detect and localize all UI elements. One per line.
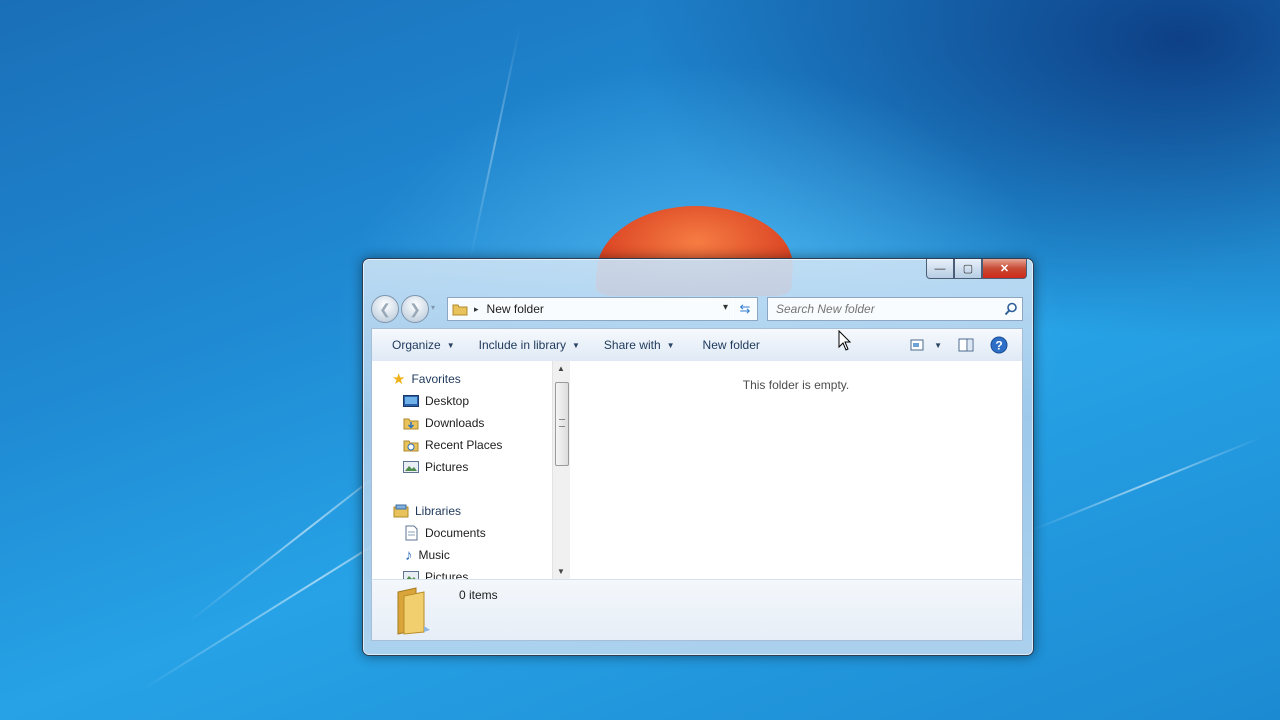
sidebar-item-downloads[interactable]: Downloads <box>372 413 552 433</box>
folder-icon <box>452 304 468 316</box>
help-icon: ? <box>990 336 1008 354</box>
change-view-button[interactable]: ▼ <box>904 329 948 361</box>
light-streak <box>1029 436 1263 532</box>
sidebar-item-label: Downloads <box>425 416 485 430</box>
star-icon: ★ <box>392 371 406 388</box>
svg-text:?: ? <box>995 339 1002 353</box>
sidebar-group-label: Favorites <box>411 372 461 386</box>
folder-icon <box>397 587 430 635</box>
sidebar-item-desktop[interactable]: Desktop <box>372 391 552 411</box>
file-list-area[interactable]: This folder is empty. <box>570 361 1022 579</box>
sidebar-item-label: Pictures <box>425 460 469 474</box>
back-button[interactable]: ❮ <box>371 295 399 323</box>
search-input[interactable] <box>774 301 998 317</box>
sidebar-item-label: Documents <box>425 526 486 540</box>
scroll-up-icon[interactable]: ▲ <box>557 364 565 373</box>
downloads-folder-icon <box>403 418 419 430</box>
sidebar-item-recent-places[interactable]: Recent Places <box>372 435 552 455</box>
sidebar-item-label: Desktop <box>425 394 470 408</box>
refresh-button[interactable]: ⇆ <box>733 297 758 321</box>
documents-icon <box>405 525 418 541</box>
minimize-button[interactable]: — <box>926 259 954 279</box>
forward-arrow-icon: ❯ <box>409 300 421 317</box>
new-folder-button[interactable]: New folder <box>693 329 770 361</box>
breadcrumb-new-folder[interactable]: New folder <box>487 302 544 316</box>
mouse-cursor-icon <box>838 330 852 351</box>
include-in-library-menu[interactable]: Include in library ▼ <box>469 329 590 361</box>
details-pane: 0 items <box>371 579 1023 641</box>
chevron-down-icon: ▼ <box>446 340 455 350</box>
sidebar-item-label: Pictures <box>425 570 469 579</box>
item-count: 0 items <box>459 588 498 602</box>
sidebar-item-label: Music <box>418 548 450 562</box>
minimize-icon: — <box>934 262 946 275</box>
explorer-body: ★ Favorites Desktop Downloads Recent Pla… <box>371 361 1023 579</box>
include-in-library-label: Include in library <box>478 338 566 352</box>
breadcrumb-separator[interactable]: ▸ <box>474 304 479 315</box>
libraries-icon <box>393 504 409 518</box>
organize-menu[interactable]: Organize ▼ <box>382 329 465 361</box>
command-bar: Organize ▼ Include in library ▼ Share with… <box>371 328 1023 362</box>
search-icon[interactable] <box>1004 302 1018 316</box>
chevron-down-icon: ▼ <box>934 340 942 350</box>
chevron-down-icon: ▼ <box>666 340 675 350</box>
scrollbar-thumb[interactable] <box>555 382 569 466</box>
preview-pane-icon <box>958 338 974 352</box>
sidebar-item-library-pictures[interactable]: Pictures <box>372 567 552 579</box>
close-icon: ✕ <box>999 263 1010 275</box>
music-note-icon: ♪ <box>405 546 413 564</box>
views-icon <box>910 339 924 351</box>
sidebar-item-music[interactable]: ♪ Music <box>372 545 552 565</box>
close-button[interactable]: ✕ <box>982 259 1027 279</box>
sidebar-group-label: Libraries <box>415 504 462 518</box>
recent-places-icon <box>403 440 419 452</box>
sidebar-item-label: Recent Places <box>425 438 503 452</box>
help-button[interactable]: ? <box>984 329 1022 361</box>
caption-buttons: — ▢ ✕ <box>926 259 1027 279</box>
chevron-down-icon: ▼ <box>572 340 580 350</box>
maximize-button[interactable]: ▢ <box>954 259 982 279</box>
sidebar-group-favorites[interactable]: ★ Favorites <box>372 369 552 389</box>
refresh-icon: ⇆ <box>739 301 751 316</box>
recent-pages-dropdown[interactable]: ▾ <box>431 303 435 312</box>
address-bar[interactable]: ▸ New folder ▾ <box>447 297 735 321</box>
organize-label: Organize <box>392 338 441 352</box>
address-dropdown-button[interactable]: ▾ <box>723 302 728 313</box>
desktop-icon <box>403 395 419 407</box>
pictures-icon <box>403 461 419 473</box>
preview-pane-button[interactable] <box>948 329 984 361</box>
explorer-window[interactable]: — ▢ ✕ ❮ ❯ ▾ ▸ New folder ▾ ⇆ Search New … <box>362 258 1034 656</box>
sidebar-group-libraries[interactable]: Libraries <box>372 501 552 521</box>
new-folder-label: New folder <box>702 338 760 352</box>
navigation-pane: ★ Favorites Desktop Downloads Recent Pla… <box>372 361 552 579</box>
empty-folder-message: This folder is empty. <box>742 378 850 392</box>
pictures-icon <box>403 571 419 579</box>
navigation-bar: ❮ ❯ ▾ ▸ New folder ▾ ⇆ <box>371 295 1023 323</box>
grip-icon <box>559 419 565 427</box>
share-with-label: Share with <box>603 338 661 352</box>
share-with-menu[interactable]: Share with ▼ <box>594 329 685 361</box>
navigation-pane-scrollbar[interactable]: ▲ ▼ <box>552 361 570 579</box>
forward-button[interactable]: ❯ <box>401 295 429 323</box>
search-box[interactable] <box>767 297 1023 321</box>
back-arrow-icon: ❮ <box>379 300 391 317</box>
sidebar-item-documents[interactable]: Documents <box>372 523 552 543</box>
light-streak <box>469 26 521 262</box>
sidebar-item-pictures[interactable]: Pictures <box>372 457 552 477</box>
scroll-down-icon[interactable]: ▼ <box>557 567 565 576</box>
maximize-icon: ▢ <box>962 263 974 275</box>
